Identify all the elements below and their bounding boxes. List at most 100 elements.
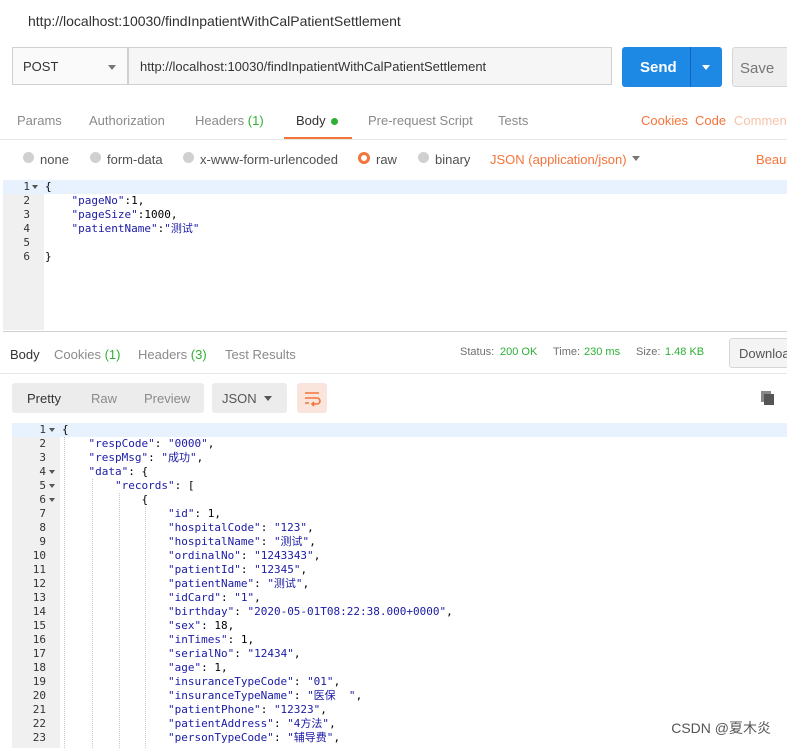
line-number: 13 [32, 591, 46, 604]
code-line: 19 "insuranceTypeCode": "01", [12, 675, 787, 689]
code-text: } [45, 250, 52, 263]
tab-body[interactable]: Body [296, 113, 326, 128]
code-text: "inTimes": 1, [167, 633, 255, 646]
code-line: 11 "patientId": "12345", [12, 563, 787, 577]
fold-chevron-icon[interactable] [49, 498, 55, 502]
resp-tab-cookies[interactable]: Cookies (1) [54, 347, 120, 362]
tab-tests[interactable]: Tests [498, 113, 528, 128]
code-text: { [62, 423, 69, 436]
code-text: { [45, 180, 52, 193]
line-number: 19 [32, 675, 46, 688]
code-text: "respMsg": "成功", [88, 451, 204, 464]
radio-x-www-form-urlencoded[interactable] [183, 152, 194, 163]
code-line: 13 "idCard": "1", [12, 591, 787, 605]
code-text: "patientPhone": "12323", [167, 703, 327, 716]
copy-icon[interactable] [760, 390, 776, 409]
tab-headers-label: Headers [195, 113, 245, 128]
beautify-link[interactable]: Beautify [756, 152, 787, 167]
radio-form-data[interactable] [90, 152, 101, 163]
format-value: JSON [222, 391, 257, 406]
chevron-down-icon [632, 156, 640, 161]
line-number: 10 [32, 549, 46, 562]
radio-urlencoded-label: x-www-form-urlencoded [200, 152, 338, 167]
code-line: 17 "serialNo": "12434", [12, 647, 787, 661]
line-number: 9 [39, 535, 46, 548]
code-line: 6 { [12, 493, 787, 507]
radio-none[interactable] [23, 152, 34, 163]
fold-chevron-icon[interactable] [32, 185, 38, 189]
line-number: 2 [23, 194, 30, 207]
code-line: 14 "birthday": "2020-05-01T08:22:38.000+… [12, 605, 787, 619]
wrap-icon [305, 392, 321, 407]
radio-raw[interactable] [358, 152, 370, 164]
line-number: 23 [32, 731, 46, 744]
line-number: 21 [32, 703, 46, 716]
download-label: Download [739, 346, 787, 361]
radio-binary-label: binary [435, 152, 471, 167]
code-text: "patientName":"测试" [71, 222, 200, 235]
tabs-divider [0, 139, 787, 140]
line-number: 5 [39, 479, 46, 492]
line-number: 4 [39, 465, 46, 478]
fold-chevron-icon[interactable] [49, 484, 55, 488]
line-number: 1 [23, 180, 30, 193]
radio-form-data-label: form-data [107, 152, 163, 167]
code-text: "records": [ [114, 479, 195, 492]
cookies-link[interactable]: Cookies [641, 113, 688, 128]
tab-params[interactable]: Params [17, 113, 62, 128]
code-text: "hospitalName": "测试", [167, 535, 316, 548]
code-text: "data": { [88, 465, 149, 478]
line-number: 18 [32, 661, 46, 674]
code-text: "respCode": "0000", [88, 437, 215, 450]
content-type-select[interactable]: JSON (application/json) [490, 152, 627, 167]
code-text: "id": 1, [167, 507, 221, 520]
comments-link[interactable]: Comments [734, 113, 787, 128]
size-label: Size: [636, 346, 661, 358]
code-text: { [141, 493, 149, 506]
tab-pre-request-script[interactable]: Pre-request Script [368, 113, 473, 128]
line-number: 16 [32, 633, 46, 646]
line-number: 12 [32, 577, 46, 590]
code-text: "age": 1, [167, 661, 228, 674]
code-line: 8 "hospitalCode": "123", [12, 521, 787, 535]
code-text: "patientId": "12345", [167, 563, 308, 576]
resp-tab-test-results[interactable]: Test Results [225, 347, 296, 362]
code-link[interactable]: Code [695, 113, 726, 128]
code-text: "insuranceTypeCode": "01", [167, 675, 341, 688]
code-line: 21 "patientPhone": "12323", [12, 703, 787, 717]
code-text: "idCard": "1", [167, 591, 261, 604]
tab-headers[interactable]: Headers (1) [195, 113, 264, 128]
resp-tab-cookies-count: (1) [104, 347, 121, 362]
body-active-dot-icon [331, 118, 338, 125]
wrap-lines-button[interactable] [297, 383, 327, 413]
code-text: "sex": 18, [167, 619, 235, 632]
view-pretty-button[interactable]: Pretty [27, 391, 61, 406]
line-number: 3 [23, 208, 30, 221]
code-line: 12 "patientName": "测试", [12, 577, 787, 591]
radio-none-label: none [40, 152, 69, 167]
line-number: 1 [39, 423, 46, 436]
code-line: 1{ [12, 423, 787, 437]
line-number: 20 [32, 689, 46, 702]
line-number: 6 [39, 493, 46, 506]
tab-authorization[interactable]: Authorization [89, 113, 165, 128]
line-number: 5 [23, 236, 30, 249]
view-raw-button[interactable]: Raw [91, 391, 117, 406]
radio-binary[interactable] [418, 152, 429, 163]
code-text: "patientName": "测试", [167, 577, 310, 590]
code-line: 5 [3, 236, 783, 250]
fold-chevron-icon[interactable] [49, 470, 55, 474]
fold-chevron-icon[interactable] [49, 428, 55, 432]
line-number: 8 [39, 521, 46, 534]
line-number: 17 [32, 647, 46, 660]
send-divider [690, 47, 691, 87]
view-preview-button[interactable]: Preview [144, 391, 190, 406]
status-value: 200 OK [500, 346, 538, 358]
code-line: 2 "pageNo":1, [3, 194, 783, 208]
watermark: CSDN @夏木炎 [671, 720, 771, 736]
send-options-chevron-icon[interactable] [702, 65, 710, 70]
resp-tab-headers[interactable]: Headers (3) [138, 347, 207, 362]
line-number: 7 [39, 507, 46, 520]
code-text: "birthday": "2020-05-01T08:22:38.000+000… [167, 605, 453, 618]
resp-tab-body[interactable]: Body [10, 347, 40, 362]
